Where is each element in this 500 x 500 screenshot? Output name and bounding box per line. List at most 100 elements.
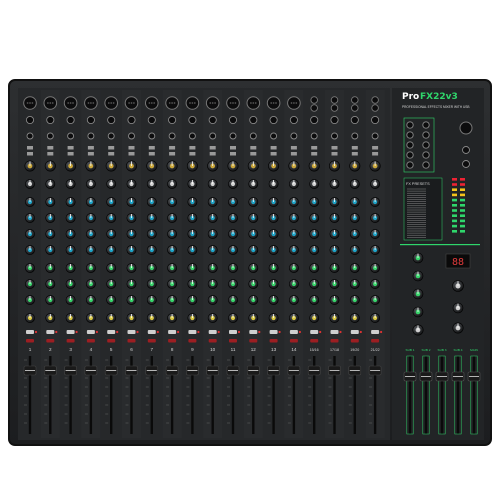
aux-2-knob[interactable] <box>248 279 259 289</box>
phantom-switch[interactable] <box>372 146 379 150</box>
eq-mid-knob[interactable] <box>187 213 198 223</box>
compressor-knob[interactable] <box>268 179 279 189</box>
aux-1-knob[interactable] <box>146 263 157 273</box>
fx-send-knob[interactable] <box>187 295 198 305</box>
eq-mid-knob[interactable] <box>86 213 96 223</box>
mute-button[interactable] <box>371 330 380 334</box>
hi-z-switch[interactable] <box>290 152 297 156</box>
eq-low-knob[interactable] <box>349 245 360 255</box>
line-input-jack-right[interactable] <box>351 104 359 112</box>
fx-send-knob[interactable] <box>268 295 279 305</box>
hi-z-switch[interactable] <box>27 152 33 156</box>
aux-1-knob[interactable] <box>329 263 340 273</box>
compressor-knob[interactable] <box>248 179 259 189</box>
eq-mid-freq-knob[interactable] <box>45 229 56 239</box>
aux-1-knob[interactable] <box>167 263 177 273</box>
gain-knob[interactable] <box>369 160 381 172</box>
eq-high-knob[interactable] <box>228 197 238 207</box>
aux-1-knob[interactable] <box>187 263 198 273</box>
hi-z-switch[interactable] <box>209 152 216 156</box>
output-jack[interactable] <box>422 161 430 169</box>
aux-1-knob[interactable] <box>370 263 380 273</box>
insert-jack[interactable] <box>209 132 217 140</box>
solo-button[interactable] <box>249 339 258 343</box>
fx-send-knob[interactable] <box>207 295 218 305</box>
fx-send-knob[interactable] <box>288 295 299 305</box>
line-input-jack[interactable] <box>25 115 35 125</box>
insert-jack[interactable] <box>331 132 338 140</box>
phantom-switch[interactable] <box>148 146 155 150</box>
pan-knob[interactable] <box>25 313 35 323</box>
compressor-knob[interactable] <box>126 179 137 189</box>
fx-send-knob[interactable] <box>25 295 35 305</box>
compressor-knob[interactable] <box>187 179 198 189</box>
pan-knob[interactable] <box>370 313 380 323</box>
aux-2-knob[interactable] <box>268 279 279 289</box>
eq-mid-knob[interactable] <box>146 213 157 223</box>
hi-z-switch[interactable] <box>189 152 196 156</box>
eq-mid-freq-knob[interactable] <box>268 229 279 239</box>
solo-button[interactable] <box>66 339 75 343</box>
hi-z-switch[interactable] <box>372 152 379 156</box>
aux-2-knob[interactable] <box>370 279 380 289</box>
eq-high-knob[interactable] <box>126 197 137 207</box>
compressor-knob[interactable] <box>329 179 340 189</box>
hi-z-switch[interactable] <box>169 152 176 156</box>
fx-select-knob[interactable] <box>452 280 464 292</box>
mute-button[interactable] <box>249 330 258 334</box>
solo-button[interactable] <box>46 339 55 343</box>
output-jack[interactable] <box>422 131 430 139</box>
pan-knob[interactable] <box>248 313 259 323</box>
solo-button[interactable] <box>229 339 237 343</box>
line-input-jack[interactable] <box>107 115 116 125</box>
phantom-switch[interactable] <box>47 146 54 150</box>
gain-knob[interactable] <box>44 160 56 172</box>
eq-mid-freq-knob[interactable] <box>65 229 76 239</box>
mute-button[interactable] <box>229 330 237 334</box>
compressor-knob[interactable] <box>106 179 117 189</box>
eq-mid-freq-knob[interactable] <box>228 229 238 239</box>
eq-low-knob[interactable] <box>248 245 259 255</box>
mute-button[interactable] <box>147 330 156 334</box>
line-input-jack[interactable] <box>127 115 136 125</box>
eq-mid-knob[interactable] <box>268 213 279 223</box>
eq-mid-knob[interactable] <box>45 213 56 223</box>
solo-button[interactable] <box>86 339 95 343</box>
insert-jack[interactable] <box>87 132 95 140</box>
phantom-switch[interactable] <box>209 146 216 150</box>
insert-jack[interactable] <box>249 132 257 140</box>
eq-high-knob[interactable] <box>370 197 380 207</box>
output-jack[interactable] <box>406 141 414 149</box>
eq-low-knob[interactable] <box>207 245 218 255</box>
output-jack[interactable] <box>422 151 430 159</box>
aux-1-knob[interactable] <box>268 263 279 273</box>
aux-2-knob[interactable] <box>25 279 35 289</box>
compressor-knob[interactable] <box>65 179 76 189</box>
eq-low-knob[interactable] <box>126 245 137 255</box>
phantom-switch[interactable] <box>108 146 115 150</box>
phantom-switch[interactable] <box>270 146 277 150</box>
master-aux-knob[interactable] <box>412 252 424 264</box>
eq-mid-knob[interactable] <box>370 213 380 223</box>
fx-send-knob[interactable] <box>45 295 56 305</box>
solo-button[interactable] <box>168 339 177 343</box>
hi-z-switch[interactable] <box>250 152 257 156</box>
compressor-knob[interactable] <box>25 179 35 189</box>
mute-button[interactable] <box>86 330 95 334</box>
solo-button[interactable] <box>26 339 34 343</box>
solo-button[interactable] <box>310 339 319 343</box>
gain-knob[interactable] <box>126 160 138 172</box>
aux-2-knob[interactable] <box>45 279 56 289</box>
pan-knob[interactable] <box>228 313 238 323</box>
hi-z-switch[interactable] <box>148 152 155 156</box>
insert-jack[interactable] <box>128 132 135 140</box>
pan-knob[interactable] <box>86 313 96 323</box>
aux-2-knob[interactable] <box>146 279 157 289</box>
aux-2-knob[interactable] <box>329 279 340 289</box>
line-input-jack[interactable] <box>269 115 278 125</box>
pan-knob[interactable] <box>268 313 279 323</box>
eq-high-knob[interactable] <box>25 197 35 207</box>
gain-knob[interactable] <box>268 160 280 172</box>
eq-low-knob[interactable] <box>309 245 320 255</box>
aux-1-knob[interactable] <box>288 263 299 273</box>
